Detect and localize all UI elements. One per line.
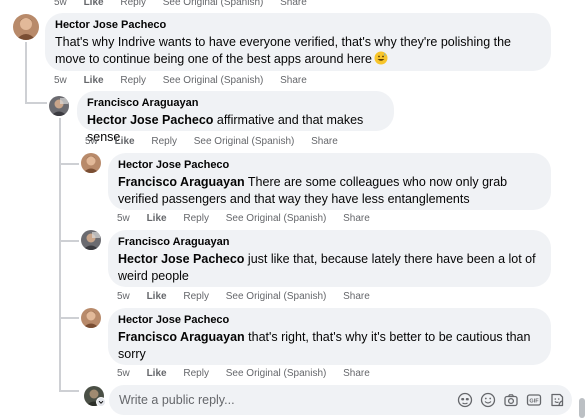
comment-bubble: Hector Jose Pacheco Francisco Araguayan … — [108, 308, 551, 365]
avatar[interactable] — [81, 153, 101, 173]
timestamp: 5w — [54, 75, 67, 86]
like-button[interactable]: Like — [84, 0, 104, 8]
mention-link[interactable]: Hector Jose Pacheco — [118, 252, 244, 266]
share-button[interactable]: Share — [311, 136, 338, 147]
comment-author[interactable]: Hector Jose Pacheco — [55, 19, 539, 32]
see-original-button[interactable]: See Original (Spanish) — [226, 368, 327, 379]
mention-link[interactable]: Francisco Araguayan — [118, 330, 245, 344]
avatar-sticker-icon[interactable] — [457, 392, 473, 408]
comment-actions: 5w Like Reply See Original (Spanish) Sha… — [117, 213, 384, 224]
see-original-button[interactable]: See Original (Spanish) — [163, 0, 264, 8]
comment-actions: 5w Like Reply See Original (Spanish) Sha… — [117, 368, 384, 379]
timestamp: 5w — [117, 368, 130, 379]
reply-button[interactable]: Reply — [183, 368, 209, 379]
reply-button[interactable]: Reply — [120, 75, 146, 86]
share-button[interactable]: Share — [343, 213, 370, 224]
comment-actions: 5w Like Reply See Original (Spanish) Sha… — [85, 136, 352, 147]
avatar[interactable] — [81, 308, 101, 328]
thread-line-nested-branch-1 — [59, 163, 79, 165]
like-button[interactable]: Like — [147, 213, 167, 224]
comment-text: Hector Jose Pacheco just like that, beca… — [118, 251, 539, 285]
like-button[interactable]: Like — [115, 136, 135, 147]
comment-bubble: Hector Jose Pacheco Francisco Araguayan … — [108, 153, 551, 210]
like-button[interactable]: Like — [147, 368, 167, 379]
reply-button[interactable]: Reply — [120, 0, 146, 8]
camera-icon[interactable] — [503, 392, 519, 408]
scrollbar[interactable] — [578, 0, 586, 420]
thread-line-nested-branch-4 — [59, 390, 79, 392]
comment-text: That's why Indrive wants to have everyon… — [55, 34, 539, 68]
thread-line-nested-branch-2 — [59, 240, 79, 242]
see-original-button[interactable]: See Original (Spanish) — [194, 136, 295, 147]
comment-author[interactable]: Francisco Araguayan — [87, 97, 382, 110]
avatar[interactable] — [49, 96, 69, 116]
gif-icon[interactable]: GIF — [526, 392, 542, 408]
comment-actions-previous: 5w Like Reply See Original (Spanish) Sha… — [54, 0, 321, 8]
comment-bubble: Francisco Araguayan Hector Jose Pacheco … — [77, 91, 394, 144]
comment-author[interactable]: Francisco Araguayan — [118, 236, 539, 249]
mention-link[interactable]: Hector Jose Pacheco — [87, 113, 213, 127]
avatar[interactable] — [13, 14, 39, 40]
scrollbar-thumb[interactable] — [579, 398, 585, 418]
see-original-button[interactable]: See Original (Spanish) — [226, 291, 327, 302]
reply-composer: GIF — [109, 385, 572, 415]
comment-bubble: Hector Jose Pacheco That's why Indrive w… — [45, 13, 551, 71]
like-button[interactable]: Like — [84, 75, 104, 86]
mention-link[interactable]: Francisco Araguayan — [118, 175, 245, 189]
share-button[interactable]: Share — [280, 75, 307, 86]
comment-body: That's why Indrive wants to have everyon… — [55, 35, 512, 66]
thread-line-main — [25, 42, 27, 104]
timestamp: 5w — [117, 291, 130, 302]
thread-line-nested-branch-3 — [59, 317, 79, 319]
share-button[interactable]: Share — [280, 0, 307, 8]
reply-input[interactable] — [119, 391, 449, 409]
see-original-button[interactable]: See Original (Spanish) — [163, 75, 264, 86]
reply-button[interactable]: Reply — [183, 291, 209, 302]
comment-text: Francisco Araguayan that's right, that's… — [118, 329, 539, 363]
share-button[interactable]: Share — [343, 368, 370, 379]
reply-button[interactable]: Reply — [151, 136, 177, 147]
grinning-sweat-emoji-icon — [374, 51, 388, 65]
comment-text: Francisco Araguayan There are some colle… — [118, 174, 539, 208]
comment-author[interactable]: Hector Jose Pacheco — [118, 314, 539, 327]
share-button[interactable]: Share — [343, 291, 370, 302]
svg-text:GIF: GIF — [529, 399, 539, 405]
thread-line-branch — [25, 102, 47, 104]
comment-actions: 5w Like Reply See Original (Spanish) Sha… — [117, 291, 384, 302]
timestamp: 5w — [85, 136, 98, 147]
current-user-avatar-badge — [96, 397, 106, 407]
reply-button[interactable]: Reply — [183, 213, 209, 224]
see-original-button[interactable]: See Original (Spanish) — [226, 213, 327, 224]
sticker-icon[interactable] — [549, 392, 565, 408]
timestamp: 5w — [54, 0, 67, 8]
avatar[interactable] — [81, 230, 101, 250]
timestamp: 5w — [117, 213, 130, 224]
thread-line-nested — [59, 118, 61, 390]
comment-bubble: Francisco Araguayan Hector Jose Pacheco … — [108, 230, 551, 287]
emoji-icon[interactable] — [480, 392, 496, 408]
comment-author[interactable]: Hector Jose Pacheco — [118, 159, 539, 172]
comment-actions: 5w Like Reply See Original (Spanish) Sha… — [54, 75, 321, 86]
like-button[interactable]: Like — [147, 291, 167, 302]
